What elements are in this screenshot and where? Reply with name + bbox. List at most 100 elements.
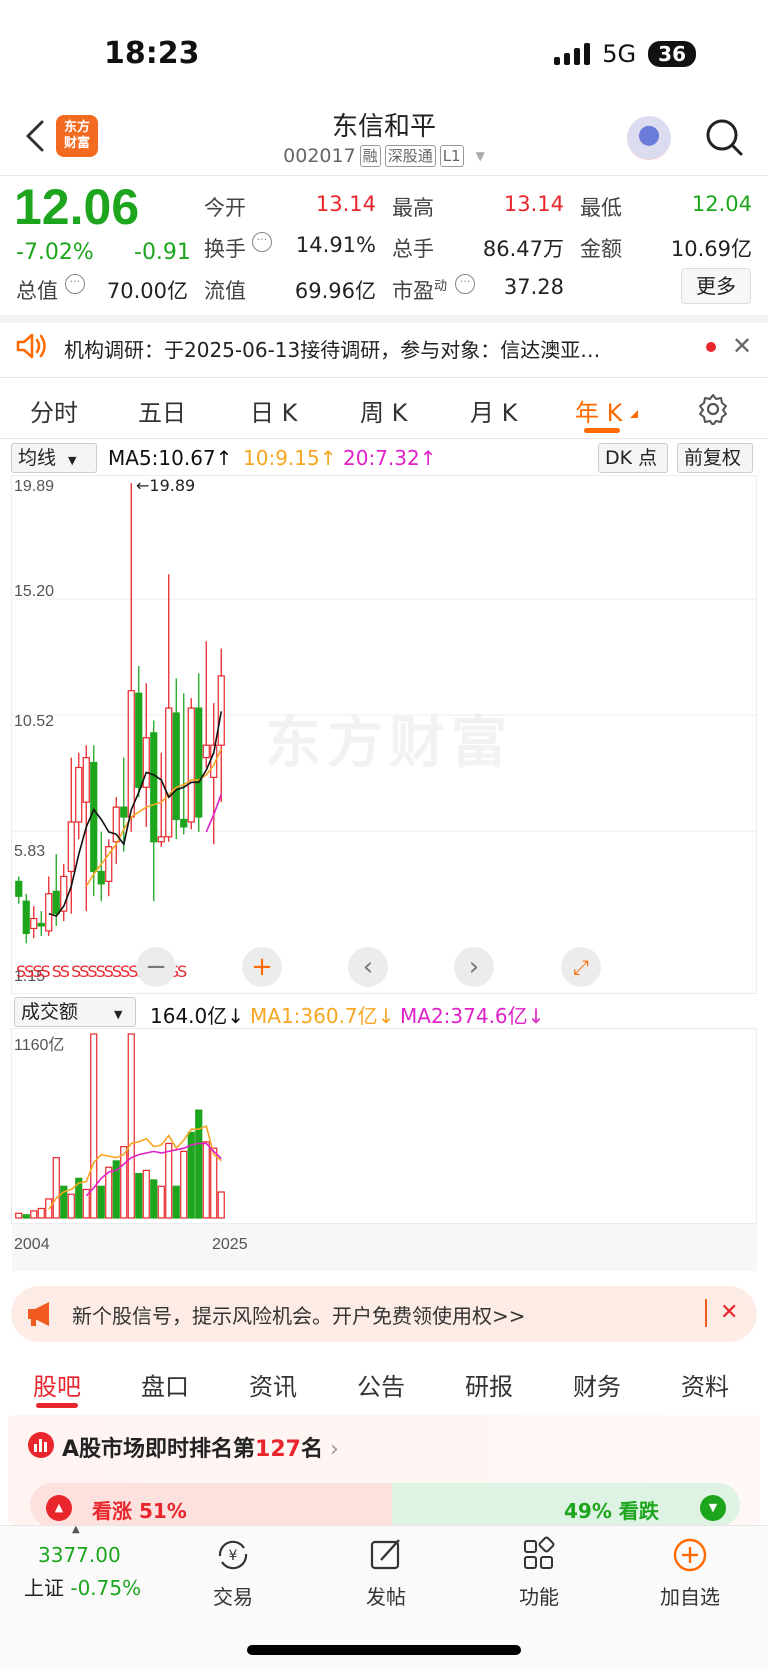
notice-text[interactable]: 机构调研：于2025-06-13接待调研，参与对象：信达澳亚… (64, 334, 674, 363)
tab-announcements[interactable]: 公告 (357, 1367, 405, 1402)
zoom-in-button[interactable]: + (242, 947, 282, 987)
volume-bar (30, 1210, 38, 1219)
volume-bar (195, 1109, 203, 1219)
candle-body (195, 707, 203, 818)
tab-five-day[interactable]: 五日 (138, 393, 186, 428)
settings-gear-icon[interactable] (697, 393, 729, 425)
chevron-right-icon: › (322, 1437, 339, 1462)
candle-body (22, 900, 30, 934)
tab-monthly-k[interactable]: 月 K (470, 393, 517, 428)
ma20-label: 20:7.32↑ (343, 446, 437, 470)
ad-text[interactable]: 新个股信号，提示风险机会。开户免费领使用权>> (72, 1300, 526, 1329)
volume-bar (165, 1142, 173, 1219)
volume-value: 86.47万 (482, 237, 564, 261)
ma-selector[interactable]: 均线 ▼ (11, 443, 97, 473)
info-icon[interactable]: ··· (252, 232, 272, 252)
nav-functions[interactable]: 功能 (489, 1528, 589, 1610)
tab-financials[interactable]: 财务 (573, 1367, 621, 1402)
add-circle-icon (673, 1538, 707, 1572)
candle-body (90, 761, 98, 873)
nav-trade[interactable]: ¥ 交易 (183, 1528, 283, 1610)
nav-post[interactable]: 发帖 (336, 1528, 436, 1610)
caret-up-icon: ▲ (72, 1524, 80, 1535)
tab-daily-k[interactable]: 日 K (250, 393, 297, 428)
candle-body (157, 836, 165, 843)
vote-down-label: 49% 看跌 (564, 1499, 659, 1523)
tag-level: L1 (439, 145, 464, 167)
volume-bar (172, 1185, 180, 1219)
section-divider (0, 315, 768, 323)
tab-forum[interactable]: 股吧 (33, 1367, 81, 1402)
x-axis-strip (12, 1224, 757, 1271)
kline-chart[interactable] (11, 475, 757, 994)
tab-orderbook[interactable]: 盘口 (141, 1367, 189, 1402)
tab-intraday[interactable]: 分时 (30, 393, 78, 428)
candle-body (202, 744, 210, 759)
volume-bar (135, 1172, 143, 1219)
price-axis-label: 10.52 (14, 713, 55, 730)
volume-bar (217, 1191, 225, 1219)
rank-text[interactable]: A股市场即时排名第127名 › (62, 1431, 339, 1463)
nav-add-watchlist[interactable]: 加自选 (640, 1528, 740, 1610)
volume-axis-max: 1160亿 (14, 1037, 65, 1054)
current-price: 12.06 (14, 179, 140, 235)
volume-bar (142, 1169, 150, 1219)
candle-body (187, 707, 195, 823)
candle-body (172, 712, 180, 821)
divider (0, 438, 768, 439)
volume-bar (67, 1193, 75, 1219)
info-icon[interactable]: ··· (65, 274, 85, 294)
tag-margin: 融 (359, 145, 381, 167)
volume-bar (180, 1150, 188, 1219)
info-icon[interactable]: ··· (455, 274, 475, 294)
candle-body (135, 692, 143, 788)
volume-bar (15, 1212, 23, 1219)
volume-chart[interactable] (11, 1028, 757, 1224)
close-icon[interactable]: ✕ (720, 1300, 738, 1325)
tab-research[interactable]: 研报 (465, 1367, 513, 1402)
tab-weekly-k[interactable]: 周 K (360, 393, 407, 428)
divider (0, 175, 768, 176)
candle-body (82, 756, 90, 803)
float-value: 69.96亿 (294, 279, 376, 303)
vote-up-segment[interactable] (30, 1483, 392, 1527)
volume-bar (105, 1166, 113, 1219)
volume-selector[interactable]: 成交额 ▼ (14, 997, 136, 1027)
low-value: 12.04 (691, 192, 752, 216)
index-name[interactable]: 上证 -0.75% (24, 1572, 141, 1601)
candle-body (75, 766, 83, 823)
vote-up-label: 看涨 51% (92, 1499, 187, 1523)
x-axis-start: 2004 (14, 1236, 50, 1253)
tab-yearly-k[interactable]: 年 K (575, 393, 622, 428)
zoom-out-button[interactable]: − (136, 947, 176, 987)
candle-body (30, 917, 38, 930)
divider (0, 377, 768, 378)
candle-body (127, 690, 135, 818)
volume-bar (210, 1147, 218, 1219)
volume-bar (52, 1157, 60, 1219)
network-label: 5G (602, 40, 637, 68)
volume-bar (97, 1185, 105, 1219)
tab-profile[interactable]: 资料 (681, 1367, 729, 1402)
edit-icon (370, 1539, 400, 1570)
mktcap-value: 70.00亿 (106, 279, 188, 303)
candle-body (165, 707, 173, 838)
scroll-right-button[interactable]: › (454, 947, 494, 987)
vote-bar[interactable]: ▲ 看涨 51% 49% 看跌 ▼ (30, 1483, 740, 1527)
candle-body (120, 806, 128, 818)
search-icon[interactable] (704, 117, 744, 157)
tab-news[interactable]: 资讯 (249, 1367, 297, 1402)
candle-body (97, 870, 105, 885)
dk-selector[interactable]: DK 点 (598, 443, 668, 473)
ranking-chart-icon (28, 1432, 54, 1458)
adjust-selector[interactable]: 前复权 (677, 443, 753, 473)
scroll-left-button[interactable]: ‹ (348, 947, 388, 987)
close-icon[interactable]: ✕ (732, 332, 752, 360)
fullscreen-icon[interactable]: ⤢ (561, 947, 601, 987)
assistant-avatar-icon[interactable] (627, 116, 671, 160)
signal-icon (554, 43, 591, 65)
index-value[interactable]: 3377.00 (38, 1543, 121, 1567)
down-arrow-icon: ▼ (700, 1495, 726, 1521)
more-button[interactable]: 更多 (681, 268, 751, 304)
dropdown-icon: ▼ (68, 454, 77, 467)
